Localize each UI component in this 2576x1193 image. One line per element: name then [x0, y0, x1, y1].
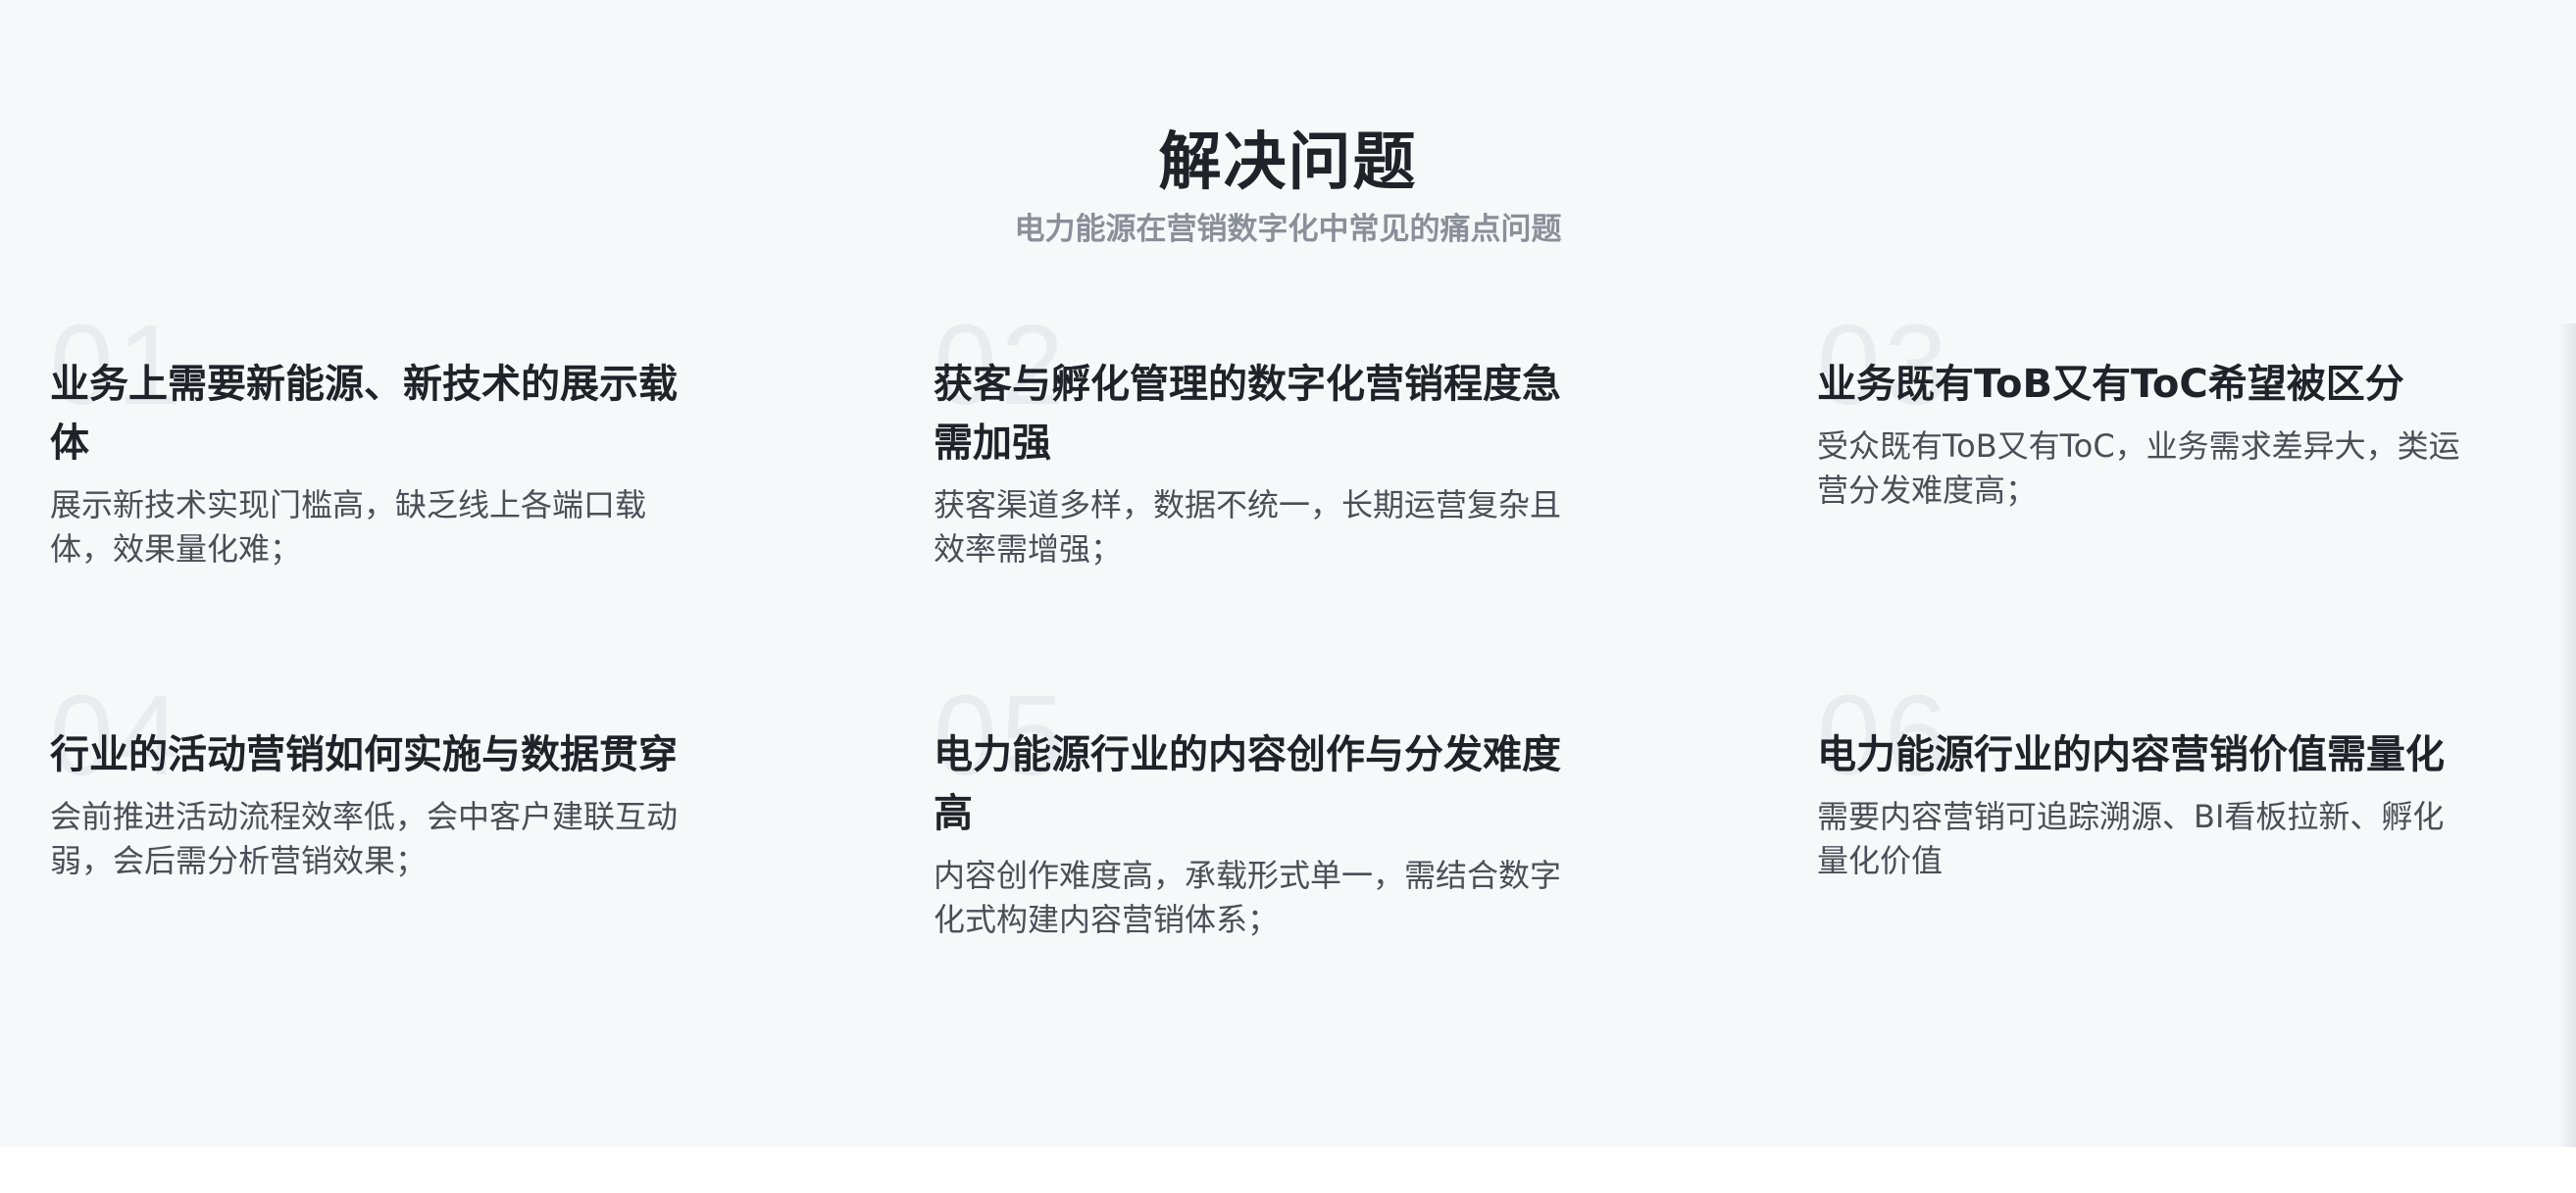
problems-section: 解决问题 电力能源在营销数字化中常见的痛点问题 01 业务上需要新能源、新技术的… — [0, 0, 2576, 1147]
card-description: 内容创作难度高，承载形式单一，需结合数字化式构建内容营销体系； — [934, 857, 1562, 938]
card-description: 会前推进活动流程效率低，会中客户建联互动弱，会后需分析营销效果； — [50, 798, 679, 879]
card-title: 行业的活动营销如何实施与数据贯穿 — [50, 732, 678, 777]
problem-card-4: 04 行业的活动营销如何实施与数据贯穿 会前推进活动流程效率低，会中客户建联互动… — [50, 678, 697, 883]
card-title: 业务既有ToB又有ToC希望被区分 — [1817, 362, 2404, 407]
card-title: 业务上需要新能源、新技术的展示载体 — [50, 362, 678, 466]
card-title: 电力能源行业的内容营销价值需量化 — [1817, 732, 2445, 777]
card-description: 受众既有ToB又有ToC，业务需求差异大，类运营分发难度高； — [1817, 427, 2460, 509]
problem-card-1: 01 业务上需要新能源、新技术的展示载体 展示新技术实现门槛高，缺乏线上各端口载… — [50, 308, 697, 572]
card-description: 获客渠道多样，数据不统一，长期运营复杂且效率需增强； — [934, 486, 1562, 568]
problem-card-5: 05 电力能源行业的内容创作与分发难度高 内容创作难度高，承载形式单一，需结合数… — [934, 678, 1581, 942]
problem-card-6: 06 电力能源行业的内容营销价值需量化 需要内容营销可追踪溯源、BI看板拉新、孵… — [1817, 678, 2464, 883]
section-title: 解决问题 — [1158, 126, 1418, 199]
problem-card-3: 03 业务既有ToB又有ToC希望被区分 受众既有ToB又有ToC，业务需求差异… — [1817, 308, 2464, 513]
card-description: 需要内容营销可追踪溯源、BI看板拉新、孵化量化价值 — [1817, 798, 2445, 879]
page-bottom-strip — [0, 1147, 2576, 1193]
card-title: 电力能源行业的内容创作与分发难度高 — [934, 732, 1561, 836]
section-subtitle: 电力能源在营销数字化中常见的痛点问题 — [1014, 212, 1562, 247]
card-description: 展示新技术实现门槛高，缺乏线上各端口载体，效果量化难； — [50, 486, 647, 568]
problem-card-2: 02 获客与孵化管理的数字化营销程度急需加强 获客渠道多样，数据不统一，长期运营… — [934, 308, 1581, 572]
scroll-edge-shadow — [2558, 323, 2576, 1147]
card-title: 获客与孵化管理的数字化营销程度急需加强 — [934, 362, 1561, 466]
